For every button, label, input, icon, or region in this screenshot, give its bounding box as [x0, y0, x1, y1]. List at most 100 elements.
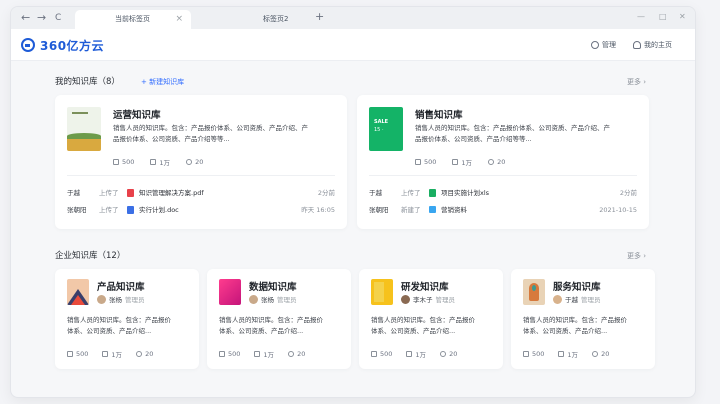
kb-owner: 张杨 管理员 — [97, 294, 145, 304]
divider — [67, 175, 335, 176]
member-count: 20 — [136, 349, 153, 359]
avatar — [249, 294, 258, 304]
kb-stats: 500 1万 20 — [371, 349, 457, 359]
ent-kb-more-link[interactable]: 更多 › — [627, 251, 646, 261]
views-icon — [254, 351, 261, 357]
my-home-label: 我的主页 — [644, 41, 672, 49]
new-kb-link[interactable]: + 新建知识库 — [141, 77, 184, 87]
member-count: 20 — [186, 157, 203, 167]
kb-cover-image — [67, 279, 89, 305]
tab-current-label: 当前标签页 — [115, 15, 150, 23]
folder-icon — [429, 206, 436, 213]
kb-title: 销售知识库 — [415, 110, 463, 121]
avatar — [97, 294, 106, 304]
divider — [369, 175, 637, 176]
logo-text: 360亿方云 — [40, 38, 105, 53]
view-count: 1万 — [558, 349, 578, 359]
activity-row[interactable]: 张朝阳 上传了 实行计划.doc 昨天 16:05 — [67, 205, 335, 215]
document-icon — [415, 159, 421, 165]
views-icon — [452, 159, 459, 165]
app-header: 360亿方云 管理 我的主页 — [11, 29, 695, 61]
my-kb-more-link[interactable]: 更多 › — [627, 77, 646, 87]
kb-description: 销售人员的知识库。包含：产品报价 体系、公司资质、产品介绍... — [371, 316, 475, 335]
browser-window: ← → C 当前标签页 × 标签页2 + — □ ✕ 360亿方云 管理 我的主… — [10, 6, 696, 398]
new-tab-icon[interactable]: + — [315, 10, 324, 24]
minimize-icon[interactable]: — — [637, 12, 645, 21]
doc-file-icon — [127, 206, 134, 214]
user-icon — [633, 41, 641, 49]
xls-file-icon — [429, 189, 436, 197]
members-icon — [440, 351, 447, 357]
members-icon — [288, 351, 295, 357]
my-home-button[interactable]: 我的主页 — [633, 40, 672, 50]
kb-cover-image: SALE 15 · — [369, 107, 403, 151]
pdf-file-icon — [127, 189, 134, 197]
activity-row[interactable]: 于越 上传了 项目实施计划xls 2分前 — [369, 188, 637, 198]
view-count: 1万 — [452, 157, 472, 167]
kb-title: 数据知识库 — [249, 282, 297, 293]
reload-icon[interactable]: C — [55, 11, 61, 25]
kb-owner: 于越 管理员 — [553, 294, 601, 304]
manage-label: 管理 — [602, 41, 616, 49]
kb-stats: 500 1万 20 — [219, 349, 305, 359]
document-icon — [67, 351, 73, 357]
close-window-icon[interactable]: ✕ — [679, 12, 686, 21]
kb-card-sales[interactable]: SALE 15 · 销售知识库 销售人员的知识库。包含：产品报价体系、公司资质、… — [357, 95, 649, 229]
kb-title: 服务知识库 — [553, 282, 601, 293]
doc-count: 500 — [415, 157, 436, 167]
kb-card-data[interactable]: 数据知识库 张杨 管理员 销售人员的知识库。包含：产品报价 体系、公司资质、产品… — [207, 269, 351, 369]
view-count: 1万 — [254, 349, 274, 359]
view-count: 1万 — [150, 157, 170, 167]
kb-card-operations[interactable]: 运营知识库 销售人员的知识库。包含：产品报价体系、公司资质、产品介绍、产 品报价… — [55, 95, 347, 229]
browser-tab-bar: ← → C 当前标签页 × 标签页2 + — □ ✕ — [11, 7, 695, 29]
kb-card-product[interactable]: 产品知识库 张杨 管理员 销售人员的知识库。包含：产品报价 体系、公司资质、产品… — [55, 269, 199, 369]
my-kb-title: 我的知识库（8） — [55, 77, 120, 87]
member-count: 20 — [592, 349, 609, 359]
activity-row[interactable]: 张朝阳 新建了 营销资料 2021-10-15 — [369, 205, 637, 215]
manage-button[interactable]: 管理 — [591, 40, 616, 50]
kb-description: 销售人员的知识库。包含：产品报价体系、公司资质、产品介绍、产 品报价体系、公司资… — [113, 124, 308, 143]
maximize-icon[interactable]: □ — [659, 12, 667, 21]
views-icon — [558, 351, 565, 357]
kb-description: 销售人员的知识库。包含：产品报价体系、公司资质、产品介绍、产 品报价体系、公司资… — [415, 124, 610, 143]
kb-cover-image — [371, 279, 393, 305]
document-icon — [523, 351, 529, 357]
kb-cover-image — [67, 107, 101, 151]
member-count: 20 — [288, 349, 305, 359]
kb-card-service[interactable]: 服务知识库 于越 管理员 销售人员的知识库。包含：产品报价 体系、公司资质、产品… — [511, 269, 655, 369]
kb-stats: 500 1万 20 — [523, 349, 609, 359]
view-count: 1万 — [102, 349, 122, 359]
logo-icon — [21, 38, 35, 52]
logo[interactable]: 360亿方云 — [21, 37, 104, 53]
members-icon — [136, 351, 143, 357]
kb-description: 销售人员的知识库。包含：产品报价 体系、公司资质、产品介绍... — [67, 316, 171, 335]
kb-description: 销售人员的知识库。包含：产品报价 体系、公司资质、产品介绍... — [523, 316, 627, 335]
view-count: 1万 — [406, 349, 426, 359]
tab-2[interactable]: 标签页2 — [193, 10, 309, 29]
kb-owner: 张杨 管理员 — [249, 294, 297, 304]
views-icon — [150, 159, 157, 165]
document-icon — [113, 159, 119, 165]
members-icon — [488, 159, 495, 165]
tab-current[interactable]: 当前标签页 × — [75, 10, 191, 29]
kb-description: 销售人员的知识库。包含：产品报价 体系、公司资质、产品介绍... — [219, 316, 323, 335]
doc-count: 500 — [523, 349, 544, 359]
doc-count: 500 — [371, 349, 392, 359]
kb-card-rnd[interactable]: 研发知识库 李木子 管理员 销售人员的知识库。包含：产品报价 体系、公司资质、产… — [359, 269, 503, 369]
members-icon — [186, 159, 193, 165]
kb-title: 运营知识库 — [113, 110, 161, 121]
kb-owner: 李木子 管理员 — [401, 294, 455, 304]
views-icon — [102, 351, 109, 357]
tab-close-icon[interactable]: × — [175, 10, 183, 29]
kb-cover-image — [219, 279, 241, 305]
activity-row[interactable]: 于越 上传了 知识管理解决方案.pdf 2分前 — [67, 188, 335, 198]
kb-title: 研发知识库 — [401, 282, 449, 293]
member-count: 20 — [440, 349, 457, 359]
ent-kb-title: 企业知识库（12） — [55, 251, 126, 261]
tab-2-label: 标签页2 — [263, 15, 289, 23]
member-count: 20 — [488, 157, 505, 167]
back-icon[interactable]: ← — [21, 11, 30, 25]
forward-icon[interactable]: → — [37, 11, 46, 25]
members-icon — [592, 351, 599, 357]
kb-title: 产品知识库 — [97, 282, 145, 293]
